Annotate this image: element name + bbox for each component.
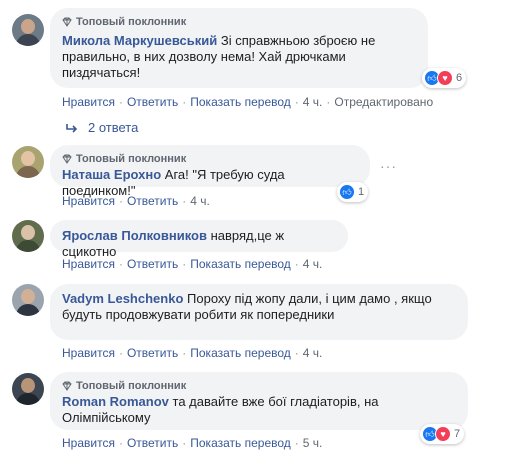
comment-actions: Нравится · Ответить · Показать перевод · 4 ч. ·… — [62, 95, 434, 109]
avatar[interactable] — [12, 146, 44, 178]
like-reaction-icon: 👍︎ — [339, 184, 355, 200]
reply-button[interactable]: Ответить — [127, 95, 178, 109]
translate-button[interactable]: Показать перевод — [190, 257, 291, 271]
top-fan-badge: Топовый поклонник — [62, 379, 456, 393]
comment-text-line-3: пиздячаться! — [62, 65, 141, 80]
comment-actions: Нравится · Ответить · 4 ч. — [62, 194, 210, 208]
comment-actions: Нравится · Ответить · Показать перевод · 4 ч. — [62, 257, 323, 271]
reply-arrow-icon — [66, 123, 78, 133]
like-button[interactable]: Нравится — [62, 436, 115, 450]
reactions-count: 1 — [358, 186, 365, 198]
reply-button[interactable]: Ответить — [127, 257, 178, 271]
comment-text-line-2: будуть продовжувати робити як попередник… — [62, 307, 335, 322]
comment-text-line-1: Зі справжньою зброєю не — [220, 33, 376, 48]
badge-label: Топовый поклонник — [76, 380, 187, 392]
comment-author[interactable]: Ярослав Полковников — [62, 228, 207, 243]
comment-author[interactable]: Наташа Ерохно — [62, 167, 161, 182]
avatar[interactable] — [12, 14, 44, 46]
comment-bubble: Топовый поклонник Roman Romanov та давай… — [50, 372, 468, 430]
translate-button[interactable]: Показать перевод — [190, 436, 291, 450]
comment-author[interactable]: Roman Romanov — [62, 394, 169, 409]
comment-text-line-1: Пороху під жопу дали, і цим дамо , якщо — [187, 291, 432, 306]
comment-bubble: Топовый поклонник Микола Маркушевський З… — [50, 8, 428, 88]
top-fan-badge: Топовый поклонник — [62, 152, 358, 166]
comment-author[interactable]: Vadym Leshchenko — [62, 291, 183, 306]
comment-time[interactable]: 4 ч. — [190, 194, 210, 208]
comment-actions: Нравится · Ответить · Показать перевод · 4 ч. — [62, 346, 323, 360]
comment-text-line-2: правильно, в них дозволу нема! Хай дрючк… — [62, 49, 346, 64]
comment-actions: Нравится · Ответить · Показать перевод · 5 ч. — [62, 436, 323, 450]
badge-label: Топовый поклонник — [76, 153, 187, 165]
reactions-count: 6 — [456, 72, 463, 84]
avatar[interactable] — [12, 220, 44, 252]
comment-bubble: Топовый поклонник Наташа Ерохно Ага! "Я … — [50, 145, 370, 198]
translate-button[interactable]: Показать перевод — [190, 346, 291, 360]
love-reaction-icon: ♥ — [435, 426, 451, 442]
comment-bubble: Ярослав Полковников навряд,це ж сцикотно — [50, 220, 348, 259]
comment-time[interactable]: 4 ч. — [303, 95, 323, 109]
badge-label: Топовый поклонник — [76, 16, 187, 28]
like-button[interactable]: Нравится — [62, 194, 115, 208]
reactions-summary[interactable]: 👍︎ ♥ 7 — [420, 424, 465, 444]
comment-bubble: Vadym Leshchenko Пороху під жопу дали, і… — [50, 284, 468, 340]
reactions-count: 7 — [454, 428, 461, 440]
replies-count[interactable]: 2 ответа — [88, 120, 138, 135]
translate-button[interactable]: Показать перевод — [190, 95, 291, 109]
avatar[interactable] — [12, 284, 44, 316]
like-button[interactable]: Нравится — [62, 95, 115, 109]
comment-author[interactable]: Микола Маркушевський — [62, 33, 217, 48]
like-button[interactable]: Нравится — [62, 257, 115, 271]
top-fan-badge: Топовый поклонник — [62, 15, 416, 29]
reactions-summary[interactable]: 👍︎ 1 — [337, 182, 369, 202]
more-options-icon[interactable]: ··· — [380, 158, 397, 174]
comment-time[interactable]: 4 ч. — [303, 346, 323, 360]
reply-button[interactable]: Ответить — [127, 346, 178, 360]
diamond-icon — [62, 17, 72, 27]
comment-text-line-2: Олімпійському — [62, 410, 151, 425]
reply-button[interactable]: Ответить — [127, 436, 178, 450]
reply-button[interactable]: Ответить — [127, 194, 178, 208]
diamond-icon — [62, 154, 72, 164]
like-button[interactable]: Нравится — [62, 346, 115, 360]
comment-time[interactable]: 5 ч. — [303, 436, 323, 450]
reactions-summary[interactable]: 👍︎ ♥ 6 — [422, 68, 467, 88]
edited-label[interactable]: Отредактировано — [334, 95, 433, 109]
love-reaction-icon: ♥ — [437, 70, 453, 86]
diamond-icon — [62, 381, 72, 391]
view-replies-link[interactable]: 2 ответа — [66, 120, 138, 135]
comment-text-line-1: та давайте вже бої гладіаторів, на — [172, 394, 379, 409]
comment-time[interactable]: 4 ч. — [303, 257, 323, 271]
avatar[interactable] — [12, 373, 44, 405]
